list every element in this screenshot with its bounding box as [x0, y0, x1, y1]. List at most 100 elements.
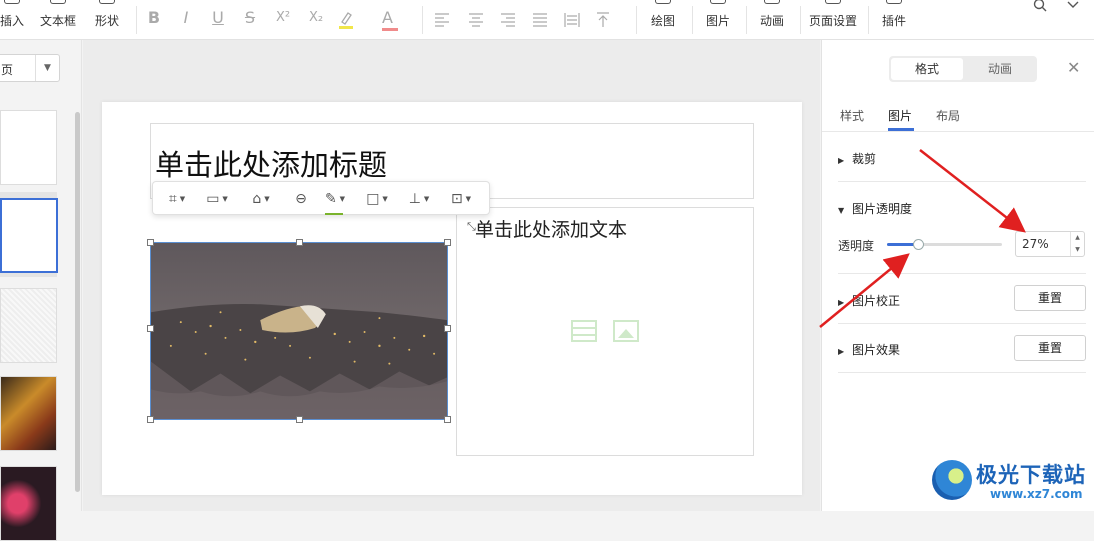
- strikethrough-button[interactable]: S: [240, 8, 260, 27]
- shape-button[interactable]: 形状: [92, 0, 122, 40]
- bold-button[interactable]: B: [144, 8, 164, 27]
- align-icon: ⊥: [408, 191, 421, 207]
- tab-animation[interactable]: 动画: [965, 58, 1035, 80]
- selected-image[interactable]: [150, 242, 448, 420]
- animation-button[interactable]: 动画: [757, 0, 787, 40]
- resize-handle[interactable]: [147, 416, 154, 423]
- insert-button[interactable]: 插入: [0, 0, 24, 40]
- transparency-input[interactable]: 27% ▲ ▼: [1015, 231, 1085, 257]
- section-crop[interactable]: ▶ 裁剪: [838, 150, 876, 167]
- fill-button[interactable]: ✎ ▼: [319, 182, 351, 216]
- watermark-logo-icon: [932, 460, 972, 500]
- subscript-button[interactable]: X₂: [306, 10, 326, 25]
- replace-picture-icon: ⌂: [252, 191, 262, 207]
- italic-button[interactable]: I: [176, 8, 196, 27]
- crop-button[interactable]: ⌗ ▼: [161, 182, 193, 216]
- plugin-icon: [886, 0, 902, 4]
- divider: [838, 323, 1086, 324]
- tab-format[interactable]: 格式: [891, 58, 963, 80]
- dropdown-caret-icon: ▼: [35, 55, 59, 81]
- more-button[interactable]: ⊡ ▼: [445, 182, 477, 216]
- reset-correction-button[interactable]: 重置: [1014, 285, 1086, 311]
- section-correction[interactable]: ▶ 图片校正: [838, 292, 900, 309]
- resize-handle[interactable]: [147, 325, 154, 332]
- tab-picture[interactable]: 图片: [888, 107, 912, 124]
- resize-handle[interactable]: [296, 239, 303, 246]
- view-dropdown[interactable]: 页 ▼: [0, 54, 60, 82]
- underline-button[interactable]: U: [208, 8, 228, 27]
- thumbnail-scrollbar[interactable]: [75, 112, 80, 492]
- stepper-icon[interactable]: ▲ ▼: [1070, 232, 1084, 256]
- highlighter-icon: [339, 12, 353, 29]
- chevron-down-icon[interactable]: [1066, 0, 1080, 10]
- page-setup-button[interactable]: 页面设置: [807, 0, 859, 40]
- pen-icon: ✎: [324, 191, 337, 207]
- strike-frame-button[interactable]: ⊖: [285, 182, 317, 216]
- draw-button[interactable]: 绘图: [648, 0, 678, 40]
- slide-thumbnail[interactable]: [0, 376, 57, 451]
- border-icon: □: [366, 191, 380, 207]
- image-tools-icon: ⊡: [450, 191, 463, 207]
- watermark-name: 极光下载站: [976, 463, 1086, 487]
- picture-button[interactable]: 图片: [703, 0, 733, 40]
- highlight-button[interactable]: [338, 10, 354, 30]
- replace-picture-button[interactable]: ⌂ ▼: [245, 182, 277, 216]
- divider: [636, 6, 637, 34]
- caret-right-icon: ▶: [838, 156, 845, 165]
- divider: [868, 6, 869, 34]
- reset-effects-button[interactable]: 重置: [1014, 335, 1086, 361]
- star-icon: [764, 0, 780, 4]
- picture-icon: [710, 0, 726, 4]
- divider: [800, 6, 801, 34]
- textbox-button[interactable]: 文本框: [38, 0, 78, 40]
- tab-layout[interactable]: 布局: [936, 107, 960, 124]
- close-icon[interactable]: ✕: [1067, 58, 1080, 77]
- content-placeholder[interactable]: ⤡ 单击此处添加文本: [456, 207, 754, 456]
- divider: [838, 372, 1086, 373]
- divider: [692, 6, 693, 34]
- resize-handle[interactable]: [296, 416, 303, 423]
- site-watermark: 极光下载站 www.xz7.com: [930, 456, 1090, 506]
- section-effects[interactable]: ▶ 图片效果: [838, 341, 900, 358]
- frame-icon: ⊖: [295, 191, 307, 207]
- insert-icon: [4, 0, 20, 4]
- transparency-slider[interactable]: [887, 239, 1002, 250]
- section-transparency[interactable]: ▼ 图片透明度: [838, 200, 912, 217]
- crop-icon: ⌗: [168, 191, 177, 207]
- slider-knob[interactable]: [913, 239, 925, 250]
- transparency-label: 透明度: [838, 239, 875, 253]
- resize-handle[interactable]: [444, 416, 451, 423]
- slide-thumbnail[interactable]: [0, 288, 57, 363]
- fill-color-indicator: [325, 213, 343, 215]
- divider: [838, 181, 1086, 182]
- slide-thumbnail[interactable]: [0, 110, 57, 185]
- divider: [422, 6, 423, 34]
- caret-down-icon: ▼: [838, 206, 845, 215]
- slide-thumbnail[interactable]: [0, 466, 57, 541]
- divider: [822, 131, 1094, 132]
- draw-icon: [655, 0, 671, 4]
- textbox-icon: [50, 0, 66, 4]
- insert-picture-icon[interactable]: [613, 320, 639, 342]
- slide-thumbnail-selected[interactable]: [0, 198, 58, 273]
- picture-icon: ▭: [206, 191, 220, 207]
- insert-table-icon[interactable]: [571, 320, 597, 342]
- divider: [746, 6, 747, 34]
- paragraph-align-icons: [435, 12, 609, 27]
- align-button[interactable]: ⊥ ▼: [403, 182, 435, 216]
- border-button[interactable]: □ ▼: [361, 182, 393, 216]
- font-color-icon: A: [382, 8, 393, 27]
- plugin-button[interactable]: 插件: [879, 0, 909, 40]
- picture-style-button[interactable]: ▭ ▼: [201, 182, 233, 216]
- shape-icon: [99, 0, 115, 4]
- title-text: 单击此处添加标题: [155, 148, 388, 182]
- resize-handle[interactable]: [444, 239, 451, 246]
- caret-right-icon: ▶: [838, 298, 845, 307]
- superscript-button[interactable]: X²: [273, 10, 293, 25]
- divider: [838, 273, 1086, 274]
- resize-handle[interactable]: [147, 239, 154, 246]
- resize-handle[interactable]: [444, 325, 451, 332]
- tab-style[interactable]: 样式: [840, 107, 864, 124]
- search-icon[interactable]: [1033, 0, 1047, 12]
- font-color-button[interactable]: A: [382, 8, 400, 32]
